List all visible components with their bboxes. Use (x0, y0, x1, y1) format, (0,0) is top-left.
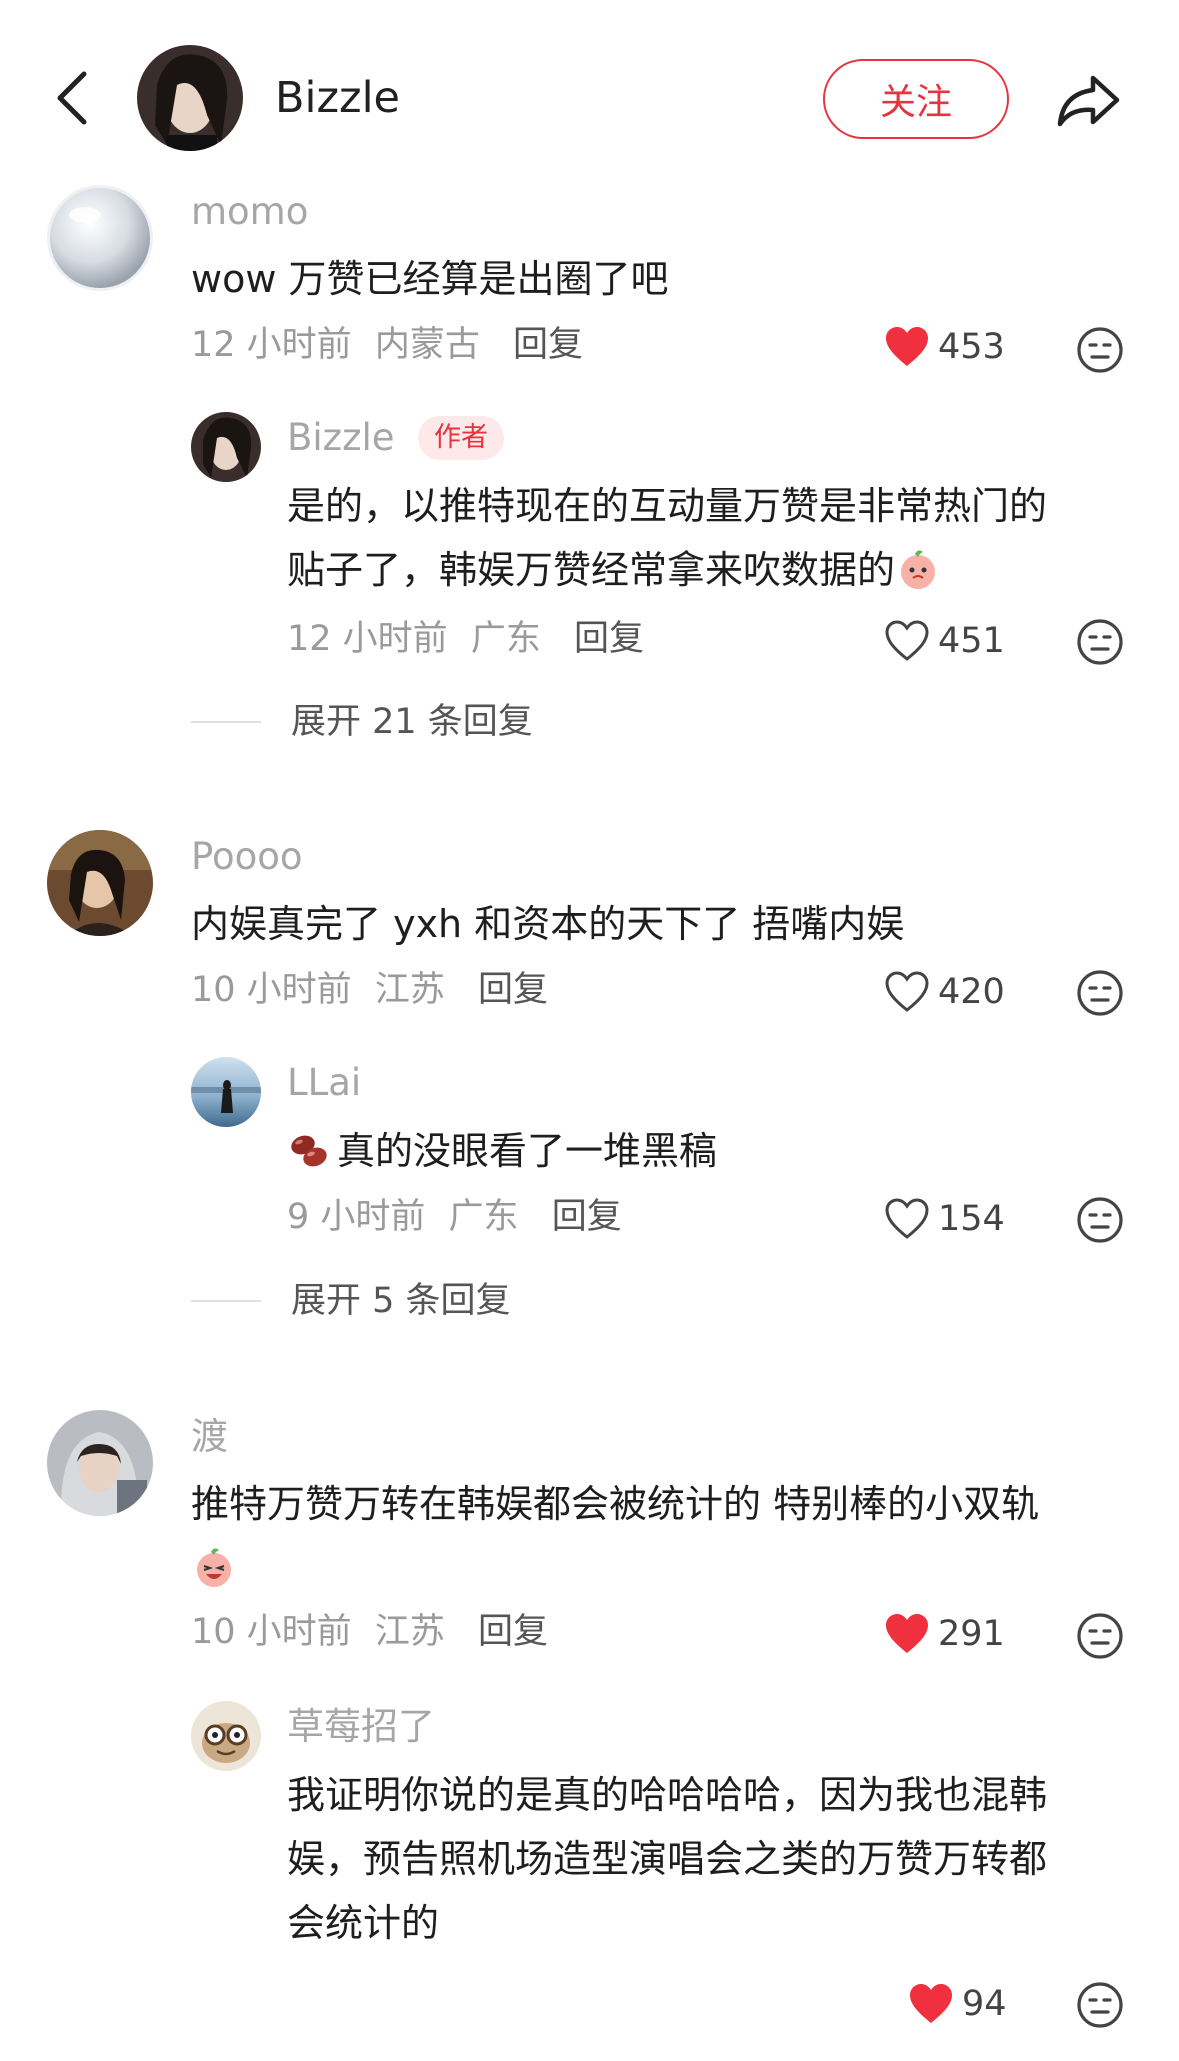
reply-text: 我证明你说的是真的哈哈哈哈，因为我也混韩 娱，预告照机场造型演唱会之类的万赞万转… (287, 1763, 1157, 1955)
comment-username[interactable]: 渡 (191, 1415, 228, 1459)
reply-text-line: 贴子了，韩娱万赞经常拿来吹数据的 (287, 538, 1147, 602)
reply-text-line: 会统计的 (287, 1901, 440, 1945)
like-count: 453 (938, 327, 1005, 367)
reply-text-line: 是的，以推特现在的互动量万赞是非常热门的 (287, 484, 1048, 528)
like-button[interactable]: 451 (884, 616, 1005, 666)
beans-emoji-icon (291, 1135, 327, 1166)
expand-replies-button[interactable]: 展开 21 条回复 (191, 700, 533, 744)
like-button[interactable]: 291 (884, 1609, 1005, 1659)
reply-button[interactable]: 回复 (478, 1612, 548, 1652)
comment-text: 内娱真完了 yxh 和资本的天下了 捂嘴内娱 (191, 902, 905, 946)
expand-replies-label: 展开 5 条回复 (291, 1281, 511, 1321)
reply-button[interactable]: 回复 (552, 1197, 622, 1237)
like-count: 94 (962, 1984, 1007, 2024)
avatar[interactable] (47, 1410, 153, 1516)
avatar[interactable] (191, 412, 261, 482)
comment-username[interactable]: momo (191, 190, 308, 234)
reply-location: 广东 (470, 619, 541, 659)
reply-text: 是的，以推特现在的互动量万赞是非常热门的 贴子了，韩娱万赞经常拿来吹数据的 (287, 474, 1147, 602)
share-button[interactable] (1048, 62, 1128, 140)
reply-time: 12 小时前 (287, 619, 448, 659)
reply-text: 真的没眼看了一堆黑稿 (287, 1119, 1147, 1183)
divider (191, 721, 261, 723)
reply-text-line: 我证明你说的是真的哈哈哈哈，因为我也混韩 (287, 1773, 1048, 1817)
avatar[interactable] (191, 1701, 261, 1771)
reply-meta: 9 小时前 广东 回复 (287, 1195, 622, 1239)
comment-time: 10 小时前 (191, 970, 352, 1010)
divider (191, 1300, 261, 1302)
reply-username[interactable]: 草莓招了 (287, 1705, 435, 1749)
reply-username[interactable]: Bizzle (287, 416, 395, 460)
top-bar: Bizzle 关注 (0, 0, 1179, 200)
reply-username[interactable]: LLai (287, 1061, 361, 1105)
comment-text-line: 推特万赞万转在韩娱都会被统计的 特别棒的小双轨 (191, 1482, 1040, 1526)
heart-filled-icon (886, 327, 928, 366)
comment-meta: 10 小时前 江苏 回复 (191, 968, 548, 1012)
comment-text-line (191, 1536, 1151, 1600)
like-button[interactable]: 420 (884, 967, 1005, 1017)
heart-outline-icon (885, 1198, 929, 1239)
like-button[interactable]: 154 (884, 1194, 1005, 1244)
comment-text: 推特万赞万转在韩娱都会被统计的 特别棒的小双轨 (191, 1472, 1151, 1600)
comment-text: wow 万赞已经算是出圈了吧 (191, 257, 669, 301)
comment-time: 12 小时前 (191, 325, 352, 365)
comment-location: 江苏 (374, 970, 445, 1010)
share-arrow-icon (1057, 75, 1120, 127)
chevron-left-icon (57, 71, 87, 125)
expand-replies-button[interactable]: 展开 5 条回复 (191, 1279, 511, 1323)
reply-button[interactable]: 回复 (478, 970, 548, 1010)
reply-location: 广东 (448, 1197, 519, 1237)
dislike-icon[interactable] (1076, 1612, 1124, 1660)
avatar[interactable] (47, 830, 153, 936)
dislike-icon[interactable] (1076, 326, 1124, 374)
heart-outline-icon (885, 620, 929, 661)
dislike-icon[interactable] (1076, 1981, 1124, 2029)
like-count: 420 (938, 972, 1005, 1012)
comment-meta: 12 小时前 内蒙古 回复 (191, 323, 583, 367)
comment-username[interactable]: Poooo (191, 835, 303, 879)
author-name[interactable]: Bizzle (275, 70, 400, 126)
reply-meta: 12 小时前 广东 回复 (287, 617, 644, 661)
comment-location: 江苏 (374, 1612, 445, 1652)
back-button[interactable] (42, 58, 102, 138)
reply-text-line: 娱，预告照机场造型演唱会之类的万赞万转都 (287, 1837, 1048, 1881)
heart-filled-icon (886, 1614, 928, 1653)
reply-time: 9 小时前 (287, 1197, 426, 1237)
like-count: 154 (938, 1199, 1005, 1239)
author-avatar[interactable] (137, 45, 243, 151)
author-badge: 作者 (418, 416, 504, 460)
like-button[interactable]: 94 (908, 1979, 1007, 2029)
comment-location: 内蒙古 (374, 325, 480, 365)
comment-meta: 10 小时前 江苏 回复 (191, 1610, 548, 1654)
like-count: 451 (938, 621, 1005, 661)
laughing-peach-emoji-icon (197, 1547, 231, 1587)
reply-button[interactable]: 回复 (574, 619, 644, 659)
expand-replies-label: 展开 21 条回复 (291, 702, 533, 742)
comment-time: 10 小时前 (191, 1612, 352, 1652)
like-count: 291 (938, 1614, 1005, 1654)
dislike-icon[interactable] (1076, 1196, 1124, 1244)
reply-text-segment: 真的没眼看了一堆黑稿 (337, 1129, 718, 1173)
like-button[interactable]: 453 (884, 322, 1005, 372)
dislike-icon[interactable] (1076, 618, 1124, 666)
follow-button[interactable]: 关注 (823, 59, 1009, 139)
avatar[interactable] (47, 185, 153, 291)
heart-outline-icon (885, 971, 929, 1012)
dislike-icon[interactable] (1076, 969, 1124, 1017)
reply-button[interactable]: 回复 (513, 325, 583, 365)
avatar[interactable] (191, 1057, 261, 1127)
reply-text-segment: 贴子了，韩娱万赞经常拿来吹数据的 (287, 548, 896, 592)
heart-filled-icon (910, 1984, 952, 2023)
peach-emoji-icon (901, 549, 936, 589)
